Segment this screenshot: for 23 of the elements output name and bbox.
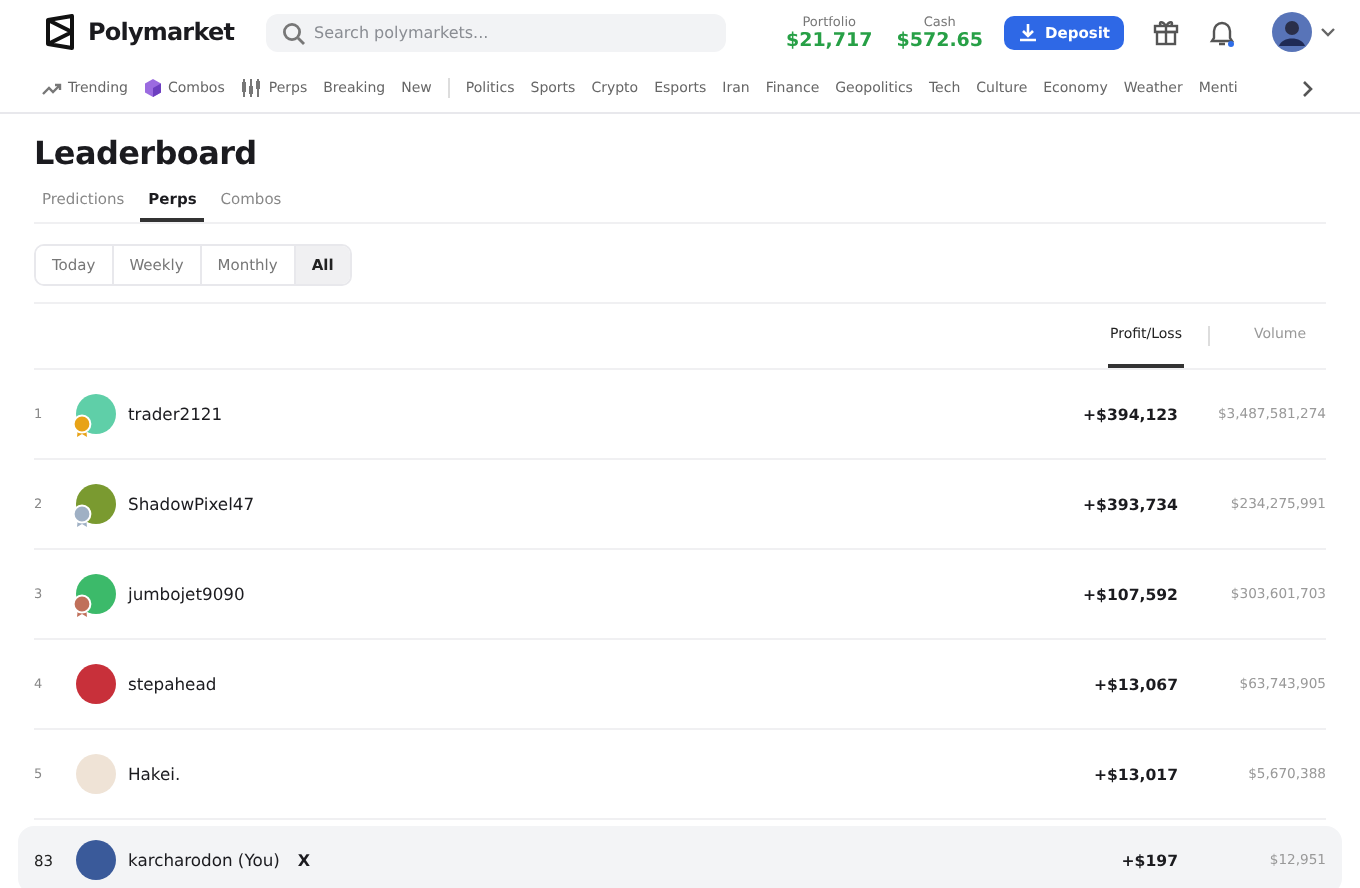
gift-icon[interactable] [1152,18,1180,46]
chevron-down-icon[interactable] [1320,26,1336,38]
trending-icon [42,81,62,95]
chevron-right-icon[interactable] [1302,79,1314,97]
username[interactable]: jumbojet9090 [128,584,245,604]
username[interactable]: ShadowPixel47 [128,494,255,514]
download-icon [1017,22,1038,42]
brand-name[interactable]: Polymarket [88,18,235,46]
cash-value[interactable]: $572.65 [896,29,984,51]
page-title: Leaderboard [34,134,259,172]
candlestick-icon [240,78,263,98]
bell-icon[interactable] [1208,17,1236,47]
username[interactable]: Hakei. [128,764,181,784]
portfolio-value[interactable]: $21,717 [785,29,873,51]
username[interactable]: karcharodon (You) [128,850,280,870]
username[interactable]: trader2121 [128,404,223,424]
avatar[interactable] [76,840,116,880]
avatar[interactable] [1272,12,1312,52]
x-link[interactable]: X [297,851,311,869]
logo-icon[interactable] [42,14,78,50]
search-field[interactable]: Search polymarkets... [266,13,726,51]
username[interactable]: stepahead [128,674,217,694]
cube-icon [143,78,162,98]
